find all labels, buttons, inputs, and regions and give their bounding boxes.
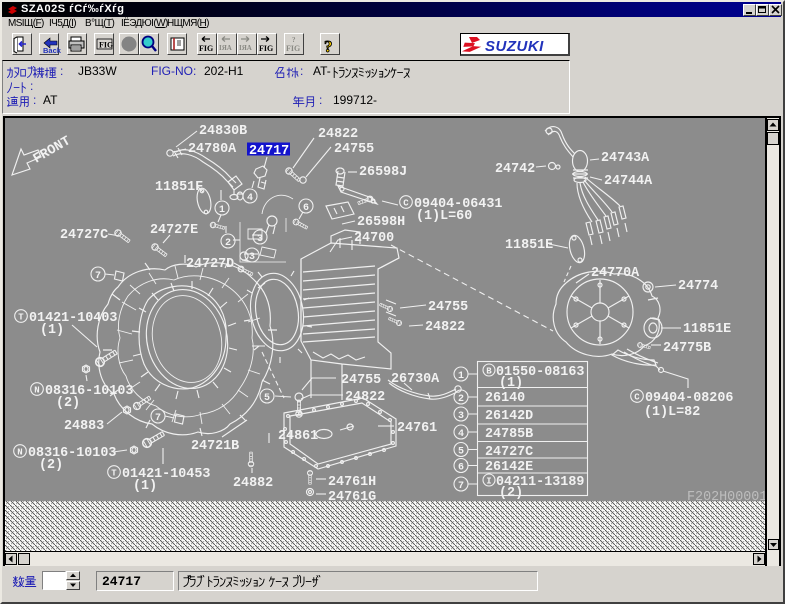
svg-text:24830B: 24830B [199, 124, 247, 139]
svg-text:24761: 24761 [397, 421, 437, 436]
svg-text:24744A: 24744A [604, 174, 653, 189]
svg-text:24770A: 24770A [591, 266, 640, 281]
svg-text:T: T [111, 469, 117, 479]
svg-text:?: ? [292, 36, 296, 44]
svg-text:N: N [17, 448, 22, 458]
svg-text:24882: 24882 [233, 476, 273, 491]
svg-text:N: N [34, 386, 39, 396]
svg-text:3: 3 [458, 411, 464, 422]
svg-text:7: 7 [95, 271, 101, 282]
svg-text:FIG: FIG [199, 44, 213, 53]
svg-text:24717: 24717 [249, 144, 289, 159]
svg-text:24780A: 24780A [188, 142, 237, 157]
svg-text:(2): (2) [56, 396, 80, 411]
svg-text:26598H: 26598H [357, 215, 405, 230]
svg-text:3: 3 [257, 234, 263, 245]
svg-text:5: 5 [264, 393, 270, 404]
svg-text:24822: 24822 [425, 320, 465, 335]
svg-text:B: B [486, 367, 492, 377]
svg-text:09404-08206: 09404-08206 [645, 391, 733, 406]
svg-text:24742: 24742 [495, 162, 535, 177]
svg-text:7: 7 [155, 413, 161, 424]
svg-text:(2): (2) [39, 458, 63, 473]
svg-text:C: C [403, 199, 409, 209]
svg-text:FIG: FIG [259, 44, 273, 53]
svg-text:(1): (1) [499, 376, 523, 391]
svg-text:24755: 24755 [334, 142, 374, 157]
svg-text:24755: 24755 [341, 373, 381, 388]
svg-text:2: 2 [225, 238, 231, 249]
svg-text:ІЯА: ІЯА [239, 44, 252, 52]
svg-text:2: 2 [458, 394, 464, 405]
svg-text:24727C: 24727C [60, 228, 108, 243]
svg-text:1: 1 [219, 205, 225, 216]
svg-text:11851E: 11851E [505, 238, 553, 253]
svg-text:(1): (1) [133, 479, 157, 494]
svg-text:FIG: FIG [286, 44, 300, 53]
svg-text:24774: 24774 [678, 279, 718, 294]
svg-text:C: C [634, 393, 640, 403]
svg-text:11851E: 11851E [683, 322, 731, 337]
svg-text:24883: 24883 [64, 419, 104, 434]
svg-text:1: 1 [458, 371, 464, 382]
svg-text:24700: 24700 [354, 231, 394, 246]
svg-text:24727D: 24727D [186, 257, 234, 272]
svg-text:26598J: 26598J [359, 165, 407, 180]
svg-text:24755: 24755 [428, 300, 468, 315]
svg-text:5: 5 [458, 447, 464, 458]
svg-text:24727C: 24727C [485, 445, 533, 460]
svg-text:26142E: 26142E [485, 460, 533, 475]
svg-text:3: 3 [249, 252, 255, 263]
svg-text:4: 4 [247, 193, 253, 204]
svg-text:FIG: FIG [99, 41, 113, 50]
svg-text:24861: 24861 [278, 429, 318, 444]
svg-text:24775B: 24775B [663, 341, 711, 356]
svg-text:24743A: 24743A [601, 151, 650, 166]
svg-text:11851F: 11851F [155, 180, 203, 195]
svg-text:24822: 24822 [318, 127, 358, 142]
svg-text:4: 4 [458, 429, 464, 440]
svg-text:24761H: 24761H [328, 475, 376, 490]
svg-text:24727E: 24727E [150, 223, 198, 238]
svg-text:SUZUKI: SUZUKI [485, 38, 544, 55]
svg-text:24721B: 24721B [191, 439, 239, 454]
svg-text:(2): (2) [499, 486, 523, 501]
svg-text:7: 7 [458, 481, 464, 492]
svg-text:24761G: 24761G [328, 490, 376, 505]
svg-text:6: 6 [303, 203, 309, 214]
svg-text:(1)L=82: (1)L=82 [644, 405, 700, 420]
svg-text:26730A: 26730A [391, 372, 440, 387]
svg-text:(1): (1) [40, 323, 64, 338]
svg-text:F202H00001: F202H00001 [687, 490, 765, 505]
svg-text:(1)L=60: (1)L=60 [416, 209, 472, 224]
svg-text:I: I [486, 477, 491, 487]
svg-text:Back: Back [43, 46, 62, 55]
svg-text:24822: 24822 [345, 390, 385, 405]
svg-text:T: T [18, 313, 24, 323]
svg-text:26142D: 26142D [485, 409, 533, 424]
svg-text:26140: 26140 [485, 391, 525, 406]
svg-text:24785B: 24785B [485, 427, 533, 442]
svg-text:6: 6 [458, 463, 464, 474]
svg-text:ІЯА: ІЯА [219, 44, 232, 52]
svg-text:?: ? [324, 37, 333, 56]
